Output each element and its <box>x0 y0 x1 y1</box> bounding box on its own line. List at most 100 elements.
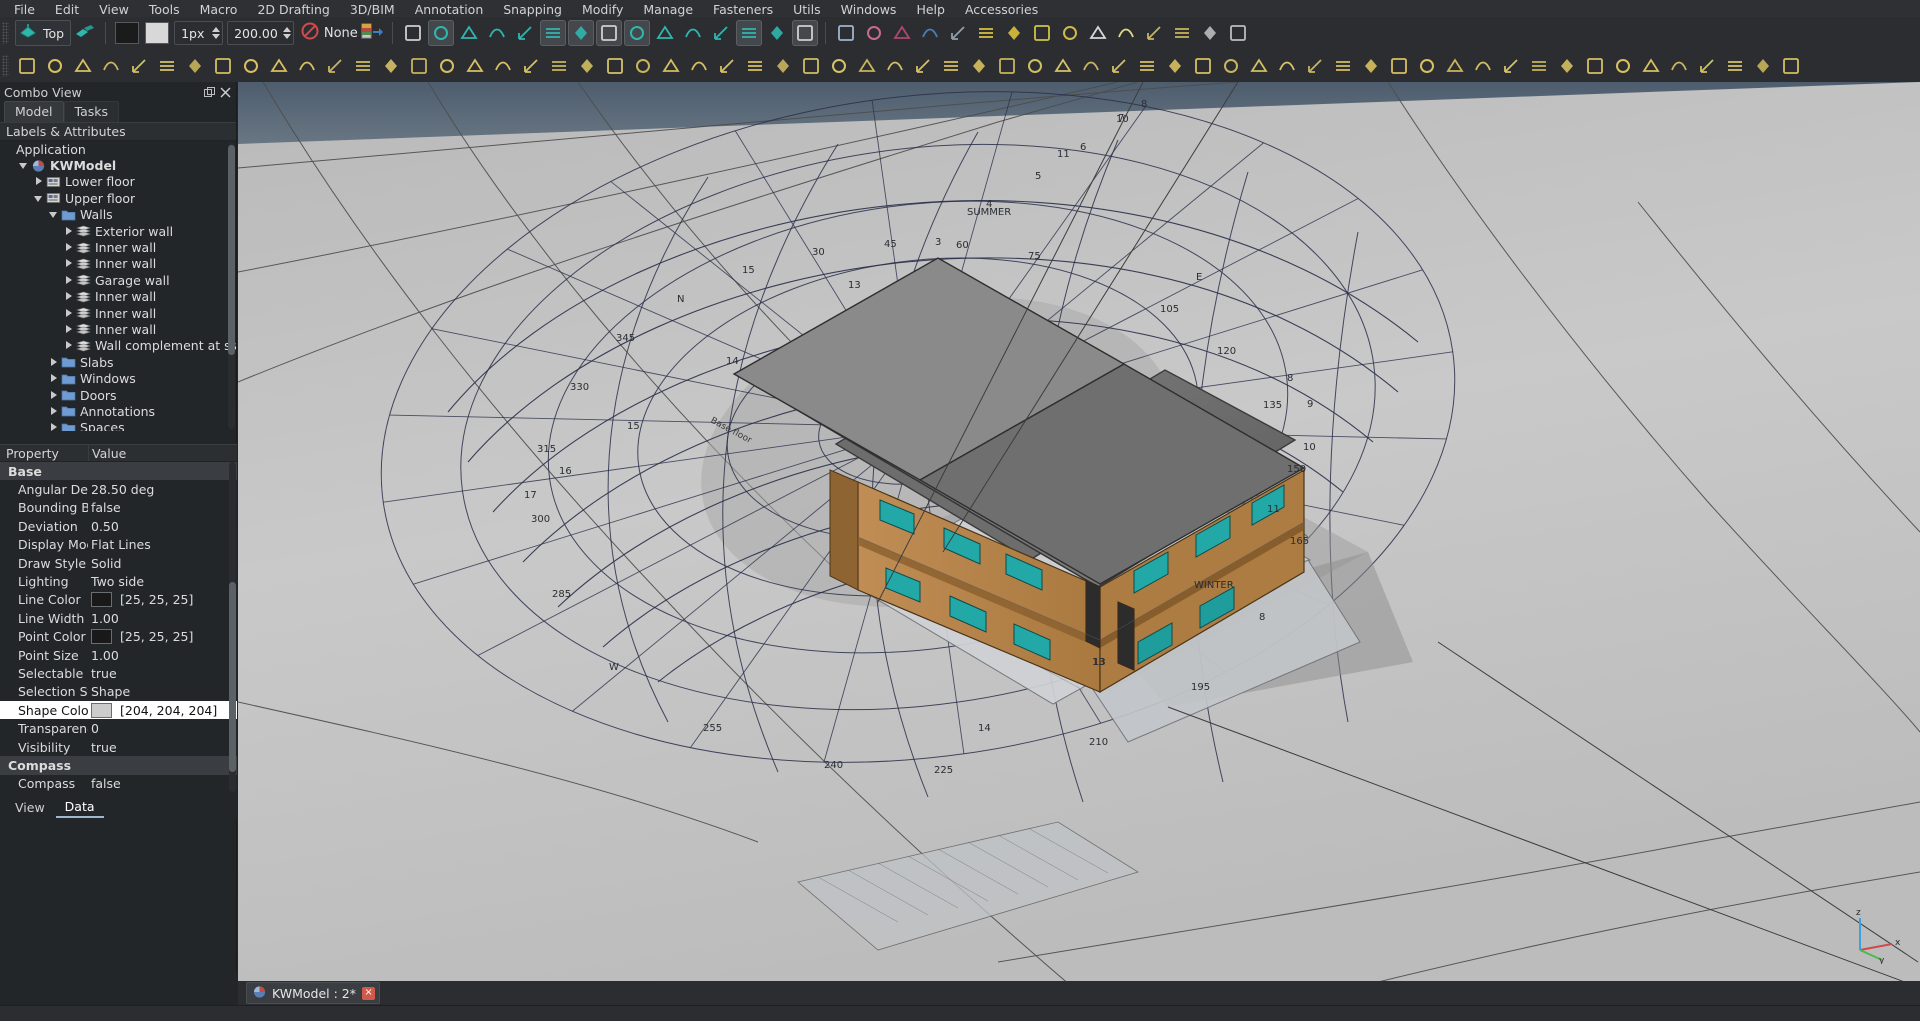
chevron-right-icon[interactable] <box>64 292 73 301</box>
snap-angle-icon[interactable] <box>567 20 594 46</box>
menu-help[interactable]: Help <box>906 3 955 17</box>
snap-parallel-icon[interactable] <box>512 20 538 46</box>
shape-string-icon[interactable] <box>1169 20 1195 46</box>
property-row[interactable]: Display ModeFlat Lines <box>0 536 237 554</box>
tree-item[interactable]: Inner wall <box>0 305 236 321</box>
property-value-cell[interactable]: Flat Lines <box>88 537 237 552</box>
property-row[interactable]: Selection St...Shape <box>0 683 237 701</box>
draft-path-array-icon[interactable] <box>1274 53 1300 79</box>
menu-view[interactable]: View <box>89 3 139 17</box>
snap-lock-icon[interactable] <box>427 20 454 46</box>
property-row[interactable]: Deviation 0.50 <box>0 517 237 535</box>
property-value-cell[interactable]: 0 <box>88 721 237 736</box>
close-document-icon[interactable]: × <box>362 986 376 1000</box>
menu-utils[interactable]: Utils <box>783 3 831 17</box>
bim-layers-icon[interactable] <box>1029 20 1055 46</box>
arch-axis-icon[interactable] <box>602 53 628 79</box>
arch-ifc-icon[interactable] <box>1610 53 1636 79</box>
property-value-cell[interactable]: Solid <box>88 556 237 571</box>
property-row[interactable]: Compass false <box>0 775 237 793</box>
text-size-arrows[interactable] <box>282 27 291 39</box>
chevron-down-icon[interactable] <box>19 161 28 170</box>
snap-dimensions-icon[interactable] <box>764 20 790 46</box>
menu-manage[interactable]: Manage <box>633 3 703 17</box>
chevron-right-icon[interactable] <box>49 374 58 383</box>
arch-check-icon[interactable] <box>1694 53 1720 79</box>
draft-mirror-icon[interactable] <box>1330 53 1356 79</box>
3d-viewport[interactable]: Base floor N E W SUMMER WINTER 15 30 45 … <box>238 82 1920 992</box>
property-scrollbar[interactable] <box>229 462 236 792</box>
line-color-swatch[interactable] <box>115 22 140 44</box>
property-row[interactable]: Lighting Two side <box>0 572 237 590</box>
draft-trimex-icon[interactable] <box>1078 53 1104 79</box>
menu-3d-bim[interactable]: 3D/BIM <box>340 3 405 17</box>
draft-shape2dview-icon[interactable] <box>1526 53 1552 79</box>
snap-intersection-icon[interactable] <box>595 20 622 46</box>
toggle-grid-icon[interactable] <box>400 20 426 46</box>
arch-site-icon[interactable] <box>854 53 880 79</box>
property-value-cell[interactable]: true <box>88 666 237 681</box>
arch-section-plane-icon[interactable] <box>938 53 964 79</box>
menu-snapping[interactable]: Snapping <box>493 3 572 17</box>
bim-views-icon[interactable] <box>889 20 915 46</box>
property-value-cell[interactable]: true <box>88 740 237 755</box>
draft-clone-icon[interactable] <box>1218 53 1244 79</box>
arch-space-icon[interactable] <box>630 53 656 79</box>
menu-file[interactable]: File <box>4 3 45 17</box>
property-tab-view[interactable]: View <box>6 798 54 817</box>
menu-fasteners[interactable]: Fasteners <box>703 3 783 17</box>
snap-endpoint-icon[interactable] <box>456 20 482 46</box>
bim-ifc-explorer-icon[interactable] <box>945 20 971 46</box>
arch-rebar-icon[interactable] <box>518 53 544 79</box>
draft-selectplane-icon[interactable] <box>14 53 40 79</box>
property-value-cell[interactable]: false <box>88 776 237 791</box>
draft-rectangle-icon[interactable] <box>238 53 264 79</box>
tree-item[interactable]: Doors <box>0 387 236 403</box>
line-width-arrows[interactable] <box>212 27 221 39</box>
bim-windows-icon[interactable] <box>917 20 943 46</box>
snap-ortho-icon[interactable] <box>708 20 734 46</box>
arch-roof-icon[interactable] <box>574 53 600 79</box>
arch-structure-icon[interactable] <box>490 53 516 79</box>
chevron-right-icon[interactable] <box>64 341 73 350</box>
menu-macro[interactable]: Macro <box>190 3 248 17</box>
draft-arc-icon[interactable] <box>126 53 152 79</box>
property-row[interactable]: Line Width 1.00 <box>0 609 237 627</box>
draft-point-array-icon[interactable] <box>1302 53 1328 79</box>
chevron-right-icon[interactable] <box>64 308 73 318</box>
arch-truss-icon[interactable] <box>770 53 796 79</box>
tree-item[interactable]: Inner wall <box>0 321 236 337</box>
draft-point-icon[interactable] <box>350 53 376 79</box>
property-value-cell[interactable]: [204, 204, 204] <box>88 702 237 718</box>
chevron-down-icon[interactable] <box>34 194 43 203</box>
tree-item[interactable]: Application <box>0 141 236 157</box>
draft-copy-icon[interactable] <box>994 53 1020 79</box>
working-plane-combo[interactable]: Top <box>15 20 72 46</box>
property-rows[interactable]: BaseAngular De...28.50 degBounding B...f… <box>0 462 237 793</box>
property-row[interactable]: Point Color [25, 25, 25] <box>0 628 237 646</box>
chevron-right-icon[interactable] <box>64 259 73 268</box>
combo-view-tab-tasks[interactable]: Tasks <box>63 101 120 122</box>
property-value-cell[interactable]: [25, 25, 25] <box>88 592 237 608</box>
bim-setup-icon[interactable] <box>833 20 859 46</box>
draft-upgrade-icon[interactable] <box>1386 53 1412 79</box>
tree-item[interactable]: Exterior wall <box>0 223 236 239</box>
menu-accessories[interactable]: Accessories <box>955 3 1048 17</box>
bim-material-icon[interactable] <box>1057 20 1083 46</box>
face-color-swatch[interactable] <box>145 22 170 44</box>
property-row[interactable]: Transparency0 <box>0 719 237 737</box>
draft-circle-icon[interactable] <box>98 53 124 79</box>
color-swatch[interactable] <box>91 702 112 718</box>
snap-midpoint-icon[interactable] <box>484 20 510 46</box>
color-swatch[interactable] <box>91 629 112 645</box>
property-row[interactable]: Point Size 1.00 <box>0 646 237 664</box>
property-value-cell[interactable]: 1.00 <box>88 611 237 626</box>
bim-project-icon[interactable] <box>861 20 887 46</box>
arch-equipment-icon[interactable] <box>798 53 824 79</box>
tree-item[interactable]: Slabs <box>0 354 236 370</box>
property-scroll-thumb[interactable] <box>229 582 236 772</box>
draft-arc-3points-icon[interactable] <box>154 53 180 79</box>
tree-scroll-thumb[interactable] <box>228 145 235 355</box>
float-panel-icon[interactable] <box>203 86 216 99</box>
arch-schedule-icon[interactable] <box>1666 53 1692 79</box>
